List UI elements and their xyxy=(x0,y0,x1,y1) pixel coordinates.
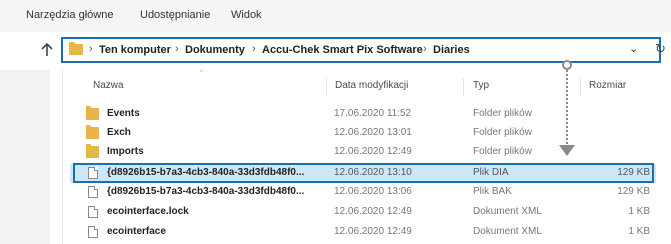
column-header-size[interactable]: Rozmiar xyxy=(589,80,626,91)
up-arrow-icon[interactable] xyxy=(41,43,53,57)
file-icon xyxy=(88,226,98,238)
file-size: 129 KB xyxy=(617,186,650,197)
file-size: 1 KB xyxy=(628,226,650,237)
file-type: Dokument XML xyxy=(473,206,542,217)
highlight-box xyxy=(73,163,654,183)
pane-divider xyxy=(62,70,63,244)
file-icon xyxy=(88,206,98,218)
file-date: 12.06.2020 12:49 xyxy=(334,206,412,217)
file-date: 12.06.2020 12:49 xyxy=(334,226,412,237)
chevron-down-icon[interactable]: ⌄ xyxy=(629,42,638,55)
breadcrumb-separator: › xyxy=(89,43,93,55)
breadcrumb-separator: › xyxy=(423,43,427,55)
navigation-pane xyxy=(0,70,50,244)
column-header-type[interactable]: Typ xyxy=(473,80,489,91)
file-date: 12.06.2020 13:01 xyxy=(334,127,412,138)
folder-icon xyxy=(86,144,99,158)
file-row[interactable]: Exch 12.06.2020 13:01 Folder plików xyxy=(70,124,656,143)
breadcrumb-diaries[interactable]: Diaries xyxy=(433,44,470,56)
file-type: Folder plików xyxy=(473,108,532,119)
file-row[interactable]: Events 17.06.2020 11:52 Folder plików xyxy=(70,105,656,124)
file-name: Imports xyxy=(107,146,144,157)
column-header-date[interactable]: Data modyfikacji xyxy=(335,80,408,91)
breadcrumb-accu-chek[interactable]: Accu-Chek Smart Pix Software xyxy=(262,44,423,56)
file-size: 1 KB xyxy=(628,206,650,217)
file-type: Folder plików xyxy=(473,146,532,157)
annotation-arrow-icon xyxy=(559,145,575,156)
file-date: 17.06.2020 11:52 xyxy=(334,108,412,119)
breadcrumb-separator: › xyxy=(175,43,179,55)
column-divider[interactable] xyxy=(326,78,327,96)
file-name: {d8926b15-b7a3-4cb3-840a-33d3fdb48f0... xyxy=(107,186,305,197)
address-bar[interactable]: › Ten komputer › Dokumenty › Accu-Chek S… xyxy=(61,37,661,63)
file-type: Plik BAK xyxy=(473,186,512,197)
folder-icon xyxy=(86,125,99,139)
file-row[interactable]: ecointerface 12.06.2020 12:49 Dokument X… xyxy=(70,223,656,242)
file-icon xyxy=(88,186,98,198)
refresh-icon[interactable]: ↻ xyxy=(655,41,666,57)
sort-ascending-icon: ˆ xyxy=(200,69,203,79)
file-name: ecointerface xyxy=(107,226,166,237)
file-row[interactable]: ecointerface.lock 12.06.2020 12:49 Dokum… xyxy=(70,203,656,222)
file-row[interactable]: {d8926b15-b7a3-4cb3-840a-33d3fdb48f0... … xyxy=(70,183,656,202)
file-name: Events xyxy=(107,108,140,119)
file-name: Exch xyxy=(107,127,131,138)
column-divider[interactable] xyxy=(463,78,464,96)
file-type: Dokument XML xyxy=(473,226,542,237)
annotation-start-dot xyxy=(562,60,572,70)
column-header-name[interactable]: Nazwa xyxy=(93,80,124,91)
breadcrumb-documents[interactable]: Dokumenty xyxy=(185,44,245,56)
breadcrumb-separator: › xyxy=(252,43,256,55)
column-divider[interactable] xyxy=(580,78,581,96)
file-date: 12.06.2020 12:49 xyxy=(334,146,412,157)
folder-icon xyxy=(69,42,83,55)
annotation-dotted-line xyxy=(566,63,568,147)
tab-home[interactable]: Narzędzia główne xyxy=(26,9,113,21)
folder-icon xyxy=(86,106,99,120)
file-name: ecointerface.lock xyxy=(107,206,189,217)
breadcrumb-this-pc[interactable]: Ten komputer xyxy=(99,44,171,56)
tab-view[interactable]: Widok xyxy=(231,9,262,21)
ribbon: Narzędzia główne Udostępnianie Widok xyxy=(0,0,671,33)
file-type: Folder plików xyxy=(473,127,532,138)
file-date: 12.06.2020 13:06 xyxy=(334,186,412,197)
tab-share[interactable]: Udostępnianie xyxy=(140,9,210,21)
